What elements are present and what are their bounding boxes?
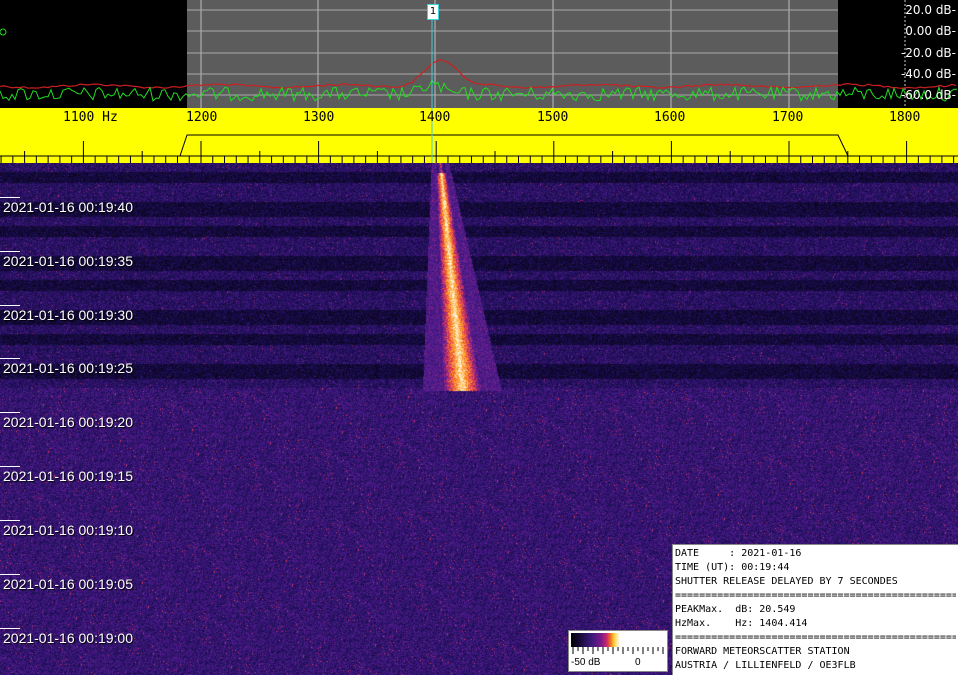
db-label-minus60: -60.0 dB- bbox=[900, 88, 956, 102]
timestamp-label: 2021-01-16 00:19:35 bbox=[3, 253, 133, 269]
marker-number: 1 bbox=[429, 6, 437, 17]
db-label-20: 20.0 dB- bbox=[905, 3, 956, 17]
timestamp-tick bbox=[0, 412, 20, 413]
info-peak-hz: HzMax. Hz: 1404.414 bbox=[675, 618, 808, 629]
timestamp-label: 2021-01-16 00:19:30 bbox=[3, 307, 133, 323]
info-station: FORWARD METEORSCATTER STATION bbox=[675, 646, 850, 657]
color-scale-min-label: -50 dB bbox=[571, 657, 601, 668]
color-scale-ticks bbox=[572, 647, 664, 654]
timestamp-tick bbox=[0, 466, 20, 467]
spectrum-graph bbox=[0, 0, 958, 108]
timestamp-tick bbox=[0, 358, 20, 359]
spectrum-plot: 20.0 dB- 0.00 dB- -20.0 dB- -40.0 dB- -6… bbox=[0, 0, 958, 108]
color-scale-max-label: 0 bbox=[635, 657, 641, 668]
freq-label-1500: 1500 bbox=[537, 110, 569, 125]
freq-label-1300: 1300 bbox=[303, 110, 335, 125]
timestamp-tick bbox=[0, 305, 20, 306]
db-label-minus40: -40.0 dB- bbox=[900, 67, 956, 81]
timestamp-label: 2021-01-16 00:19:25 bbox=[3, 360, 133, 376]
station-info-panel: DATE : 2021-01-16 TIME (UT): 00:19:44 SH… bbox=[672, 544, 958, 675]
freq-label-1600: 1600 bbox=[654, 110, 686, 125]
frequency-marker-line bbox=[432, 163, 433, 675]
frequency-scale: 1100 Hz 1200 1300 1400 1500 1600 1700 18… bbox=[0, 108, 958, 163]
freq-label-1200: 1200 bbox=[186, 110, 218, 125]
info-peak-db: PEAKMax. dB: 20.549 bbox=[675, 604, 796, 615]
color-gradient-bar bbox=[571, 633, 665, 647]
timestamp-tick bbox=[0, 574, 20, 575]
db-label-minus20: -20.0 dB- bbox=[900, 46, 956, 60]
frequency-ticks bbox=[0, 108, 958, 163]
info-time: TIME (UT): 00:19:44 bbox=[675, 562, 790, 573]
info-shutter: SHUTTER RELEASE DELAYED BY 7 SECONDES bbox=[675, 576, 898, 587]
timestamp-label: 2021-01-16 00:19:00 bbox=[3, 630, 133, 646]
freq-label-1700: 1700 bbox=[772, 110, 804, 125]
timestamp-tick bbox=[0, 197, 20, 198]
trace-origin-marker bbox=[0, 28, 7, 36]
freq-label-1400: 1400 bbox=[419, 110, 451, 125]
timestamp-tick bbox=[0, 251, 20, 252]
info-location: AUSTRIA / LILLIENFELD / OE3FLB bbox=[675, 660, 856, 671]
timestamp-label: 2021-01-16 00:19:10 bbox=[3, 522, 133, 538]
timestamp-tick bbox=[0, 628, 20, 629]
info-divider: ========================================… bbox=[675, 632, 956, 643]
db-label-0: 0.00 dB- bbox=[905, 24, 956, 38]
timestamp-label: 2021-01-16 00:19:40 bbox=[3, 199, 133, 215]
freq-label-1100: 1100 Hz bbox=[63, 110, 118, 125]
timestamp-label: 2021-01-16 00:19:20 bbox=[3, 414, 133, 430]
color-scale-legend: -50 dB 0 bbox=[568, 630, 668, 672]
info-divider: ========================================… bbox=[675, 590, 956, 601]
freq-label-1800: 1800 bbox=[889, 110, 921, 125]
info-date: DATE : 2021-01-16 bbox=[675, 548, 802, 559]
timestamp-label: 2021-01-16 00:19:05 bbox=[3, 576, 133, 592]
timestamp-tick bbox=[0, 520, 20, 521]
passband-outline bbox=[179, 134, 849, 157]
timestamp-label: 2021-01-16 00:19:15 bbox=[3, 468, 133, 484]
frequency-marker-tag[interactable]: 1 bbox=[427, 4, 439, 20]
